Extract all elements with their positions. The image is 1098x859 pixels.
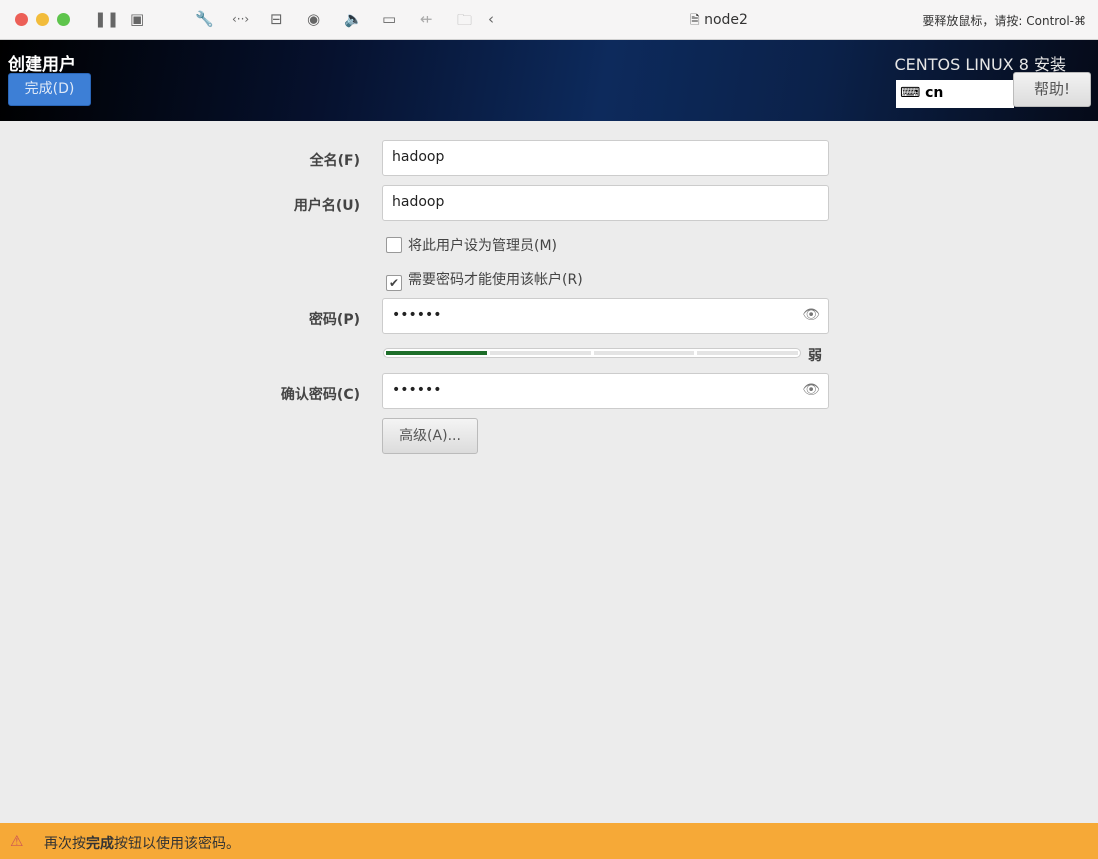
keyboard-layout-indicator[interactable]: ⌨ cn (896, 80, 1014, 108)
shared-folder-icon[interactable]: 🗀 (457, 10, 472, 35)
wrench-icon[interactable]: 🔧 (195, 10, 214, 28)
admin-checkbox-label: 将此用户设为管理员(M) (408, 238, 558, 254)
window-title: 🗎 node2 (690, 11, 748, 32)
fullname-label: 全名(F) (309, 153, 360, 169)
confirm-password-label: 确认密码(C) (280, 387, 360, 403)
keyboard-icon: ⌨ (900, 85, 921, 101)
release-mouse-hint: 要释放鼠标，请按: Control-⌘ (922, 14, 1086, 28)
eye-icon[interactable]: 👁 (802, 382, 820, 398)
video-icon[interactable]: ▭ (382, 10, 396, 28)
document-icon: 🗎 (690, 13, 700, 27)
username-label: 用户名(U) (293, 198, 360, 214)
fullname-input[interactable]: hadoop (382, 140, 829, 176)
pause-icon[interactable]: ❚❚ (94, 10, 119, 28)
strength-label: 弱 (808, 348, 822, 364)
confirm-password-value: •••••• (392, 382, 442, 398)
warning-icon: ⚠ (10, 832, 24, 850)
admin-checkbox[interactable]: 将此用户设为管理员(M) (386, 235, 557, 255)
strength-segment (489, 351, 591, 355)
advanced-button[interactable]: 高级(A)... (382, 418, 478, 454)
page-title: 创建用户 (8, 55, 76, 75)
usb-icon[interactable]: ⇷ (420, 10, 433, 28)
password-value: •••••• (392, 307, 442, 323)
eye-icon[interactable]: 👁 (802, 307, 820, 323)
require-password-label: 需要密码才能使用该帐户(R) (408, 272, 583, 288)
zoom-window-button[interactable] (57, 13, 70, 26)
strength-segment (697, 351, 798, 355)
installer-header: 创建用户 完成(D) CENTOS LINUX 8 安装 ⌨ cn 帮助! (0, 40, 1098, 121)
window-titlebar: ❚❚ ▣ 🔧 ‹··› ⊟ ◉ 🔈 ▭ ⇷ 🗀 ‹ 🗎 node2 要释放鼠标，… (0, 0, 1098, 40)
password-label: 密码(P) (308, 312, 360, 328)
disk-icon[interactable]: ⊟ (270, 10, 283, 28)
speaker-icon[interactable]: 🔈 (344, 10, 363, 28)
chevron-left-icon[interactable]: ‹ (488, 10, 494, 28)
minimize-window-button[interactable] (36, 13, 49, 26)
status-text-prefix: 再次按 (44, 836, 86, 852)
network-icon[interactable]: ‹··› (232, 12, 249, 26)
window-title-text: node2 (704, 12, 748, 28)
password-strength-meter (383, 348, 801, 358)
password-input[interactable]: •••••• 👁 (382, 298, 829, 334)
status-bar[interactable]: ⚠ 再次按完成按钮以使用该密码。 (0, 823, 1098, 859)
close-window-button[interactable] (15, 13, 28, 26)
username-input[interactable]: hadoop (382, 185, 829, 221)
done-button[interactable]: 完成(D) (8, 73, 91, 106)
strength-segment (593, 351, 695, 355)
status-text-suffix: 按钮以使用该密码。 (114, 836, 240, 852)
confirm-password-input[interactable]: •••••• 👁 (382, 373, 829, 409)
snapshot-icon[interactable]: ▣ (130, 10, 144, 28)
help-button[interactable]: 帮助! (1013, 72, 1091, 107)
camera-icon[interactable]: ◉ (307, 10, 320, 28)
checkmark-icon[interactable]: ✔ (386, 275, 402, 291)
strength-segment-filled (386, 351, 487, 355)
status-text-bold: 完成 (86, 836, 114, 852)
checkbox-unchecked[interactable] (386, 237, 402, 253)
keyboard-layout-text: cn (925, 85, 944, 101)
require-password-checkbox[interactable]: ✔ 需要密码才能使用该帐户(R) (386, 269, 583, 291)
